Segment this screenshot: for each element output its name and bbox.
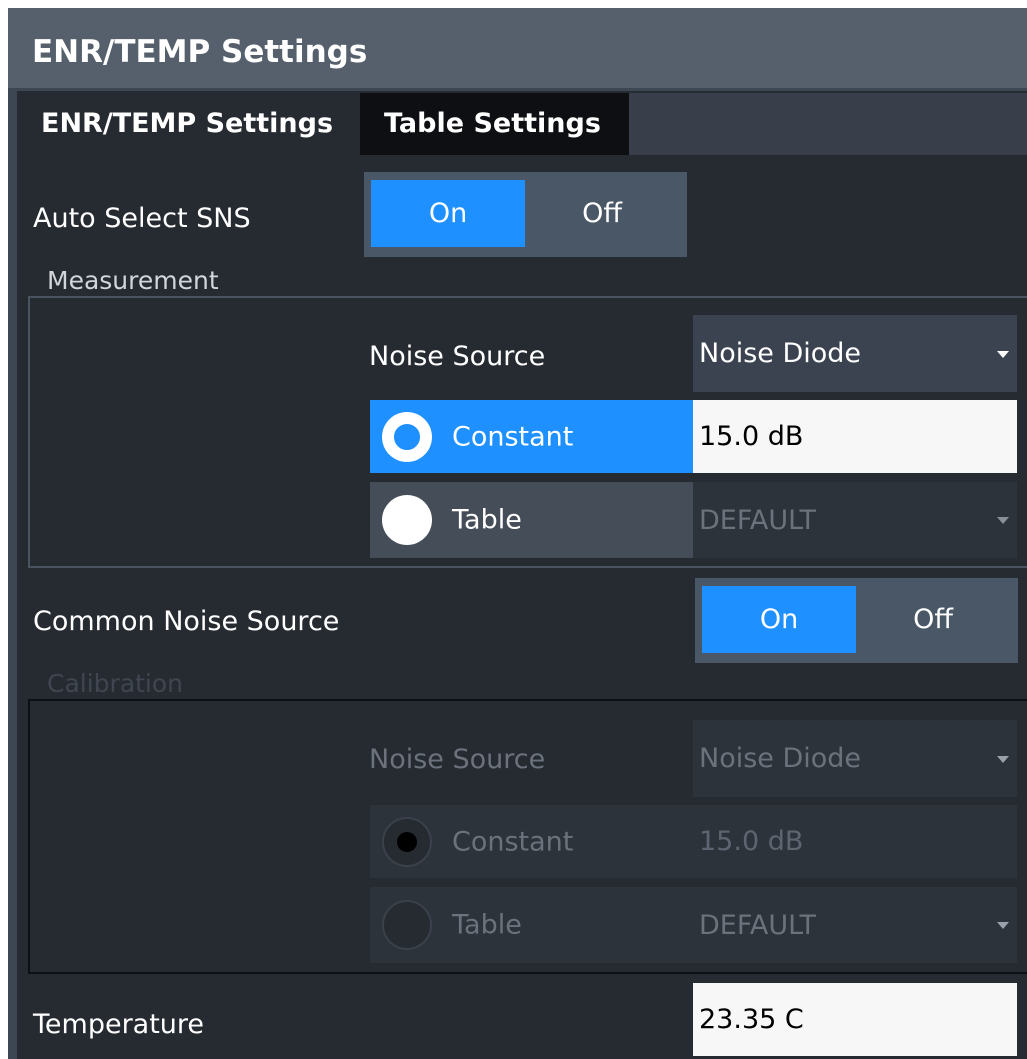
measurement-constant-radio[interactable]: Constant (370, 400, 693, 473)
radio-selected-icon (382, 816, 432, 867)
measurement-table-label: Table (452, 504, 522, 536)
measurement-constant-label: Constant (452, 421, 574, 452)
temperature-label: Temperature (33, 1009, 205, 1040)
measurement-noise-source-label: Noise Source (369, 341, 546, 372)
dialog-title-bar[interactable]: ENR/TEMP Settings (8, 8, 1027, 88)
tab-strip-filler (629, 93, 1027, 155)
calibration-group-title: Calibration (47, 669, 184, 698)
auto-select-sns-on-button[interactable]: On (371, 180, 525, 247)
common-noise-source-off-button[interactable]: Off (856, 586, 1010, 653)
measurement-group-title: Measurement (47, 266, 219, 295)
radio-selected-icon (382, 411, 432, 462)
radio-unselected-icon (382, 495, 432, 545)
calibration-constant-radio[interactable]: Constant (370, 805, 693, 878)
auto-select-sns-label: Auto Select SNS (33, 203, 251, 234)
calibration-table-dropdown[interactable]: DEFAULT (693, 887, 1017, 963)
calibration-table-label: Table (452, 909, 522, 941)
tab-enr-temp-settings[interactable]: ENR/TEMP Settings (17, 93, 360, 155)
chevron-down-icon (997, 350, 1009, 358)
auto-select-sns-toggle: On Off (364, 172, 687, 257)
calibration-noise-source-value: Noise Diode (699, 743, 862, 774)
measurement-table-radio[interactable]: Table (370, 482, 693, 558)
chevron-down-icon (997, 517, 1009, 524)
temperature-value-field[interactable]: 23.35 C (693, 983, 1017, 1056)
common-noise-source-label: Common Noise Source (33, 606, 340, 637)
calibration-constant-label: Constant (452, 826, 574, 857)
enr-temp-settings-dialog: ENR/TEMP Settings ENR/TEMP Settings Tabl… (8, 8, 1027, 1059)
common-noise-source-toggle: On Off (695, 578, 1018, 663)
measurement-table-dropdown[interactable]: DEFAULT (693, 482, 1017, 558)
measurement-table-value: DEFAULT (699, 504, 816, 536)
chevron-down-icon (997, 922, 1009, 929)
calibration-table-value: DEFAULT (699, 909, 816, 941)
auto-select-sns-off-button[interactable]: Off (525, 180, 679, 247)
dialog-content: ENR/TEMP Settings Table Settings Auto Se… (17, 91, 1027, 1059)
tab-table-settings[interactable]: Table Settings (360, 93, 629, 155)
chevron-down-icon (997, 755, 1009, 763)
measurement-noise-source-dropdown[interactable]: Noise Diode (693, 315, 1017, 392)
calibration-table-radio[interactable]: Table (370, 887, 693, 963)
dialog-title: ENR/TEMP Settings (32, 34, 368, 70)
calibration-constant-value-field[interactable]: 15.0 dB (693, 805, 1017, 878)
common-noise-source-on-button[interactable]: On (702, 586, 856, 653)
radio-unselected-icon (382, 900, 432, 950)
measurement-constant-value-field[interactable]: 15.0 dB (693, 400, 1017, 473)
calibration-noise-source-dropdown[interactable]: Noise Diode (693, 720, 1017, 797)
calibration-noise-source-label: Noise Source (369, 744, 546, 775)
measurement-noise-source-value: Noise Diode (699, 338, 862, 369)
